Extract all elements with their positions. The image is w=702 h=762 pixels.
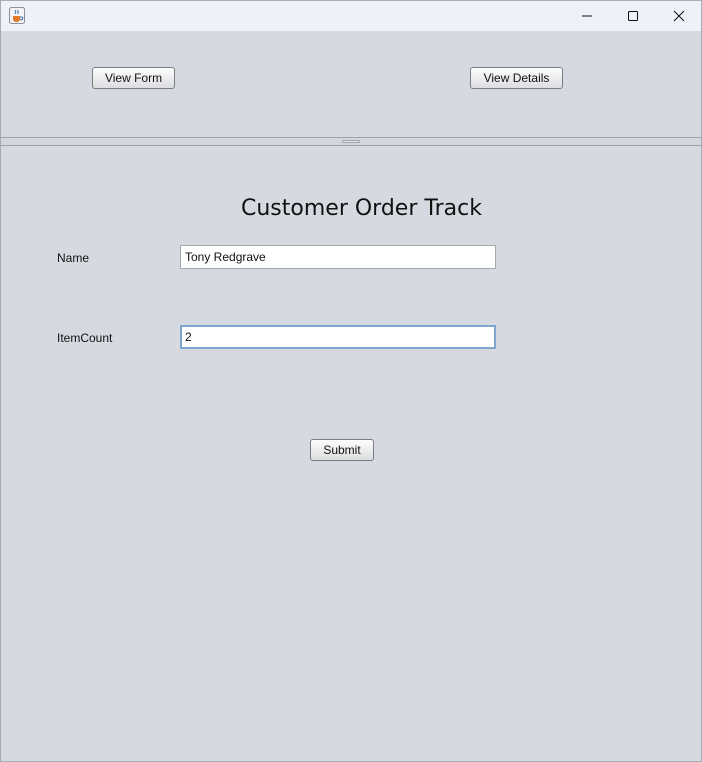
name-input[interactable] (180, 245, 496, 269)
view-details-button[interactable]: View Details (470, 67, 563, 89)
maximize-icon (627, 7, 639, 26)
close-button[interactable] (656, 1, 701, 31)
title-bar[interactable] (1, 1, 701, 31)
minimize-button[interactable] (564, 1, 610, 31)
submit-button[interactable]: Submit (310, 439, 374, 461)
maximize-button[interactable] (610, 1, 656, 31)
java-coffee-cup-icon (9, 7, 25, 24)
minimize-icon (581, 7, 593, 26)
order-form-panel: Customer Order Track Name ItemCount Subm… (1, 146, 701, 761)
application-window: View Form View Details Customer Order Tr… (0, 0, 702, 762)
split-pane-divider[interactable] (1, 137, 701, 146)
item-count-input[interactable] (180, 325, 496, 349)
top-panel: View Form View Details (1, 31, 701, 137)
form-title: Customer Order Track (241, 196, 482, 221)
name-label: Name (57, 251, 90, 265)
view-form-button[interactable]: View Form (92, 67, 175, 89)
item-count-label: ItemCount (57, 331, 113, 345)
close-icon (673, 7, 685, 26)
divider-grip-icon[interactable] (342, 140, 360, 143)
